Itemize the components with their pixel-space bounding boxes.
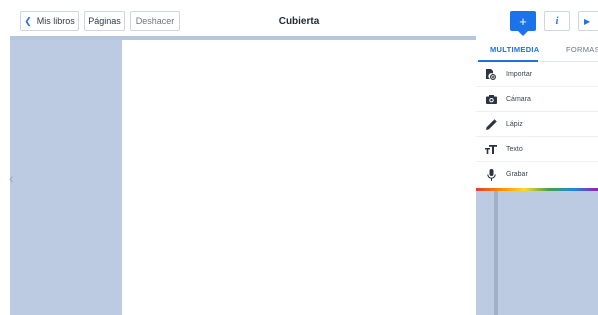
previous-page-arrow-icon[interactable]: ‹ bbox=[9, 170, 14, 186]
info-icon: i bbox=[555, 15, 559, 27]
panel-item-label: Grabar bbox=[506, 171, 528, 178]
back-to-library-button[interactable]: ❮ Mis libros bbox=[20, 11, 79, 31]
play-button[interactable]: ▶ bbox=[578, 11, 598, 31]
panel-item-label: Texto bbox=[506, 145, 523, 153]
pages-button-label: Páginas bbox=[88, 16, 121, 26]
import-file-icon bbox=[476, 68, 506, 80]
tab-multimedia[interactable]: MULTIMEDIA bbox=[490, 45, 540, 54]
panel-item-lapiz[interactable]: Lápiz bbox=[476, 112, 598, 137]
panel-item-texto[interactable]: Texto bbox=[476, 137, 598, 162]
add-media-button[interactable]: + bbox=[510, 11, 536, 36]
panel-shadow bbox=[494, 191, 498, 315]
panel-tabs: MULTIMEDIA FORMAS bbox=[476, 36, 598, 62]
tab-formas[interactable]: FORMAS bbox=[566, 45, 598, 54]
back-button-label: Mis libros bbox=[36, 16, 75, 26]
undo-button-label: Deshacer bbox=[135, 16, 175, 26]
top-toolbar: ❮ Mis libros Páginas Deshacer Cubierta +… bbox=[0, 0, 598, 36]
play-icon: ▶ bbox=[584, 16, 591, 26]
pages-button[interactable]: Páginas bbox=[84, 11, 125, 31]
pencil-icon bbox=[476, 118, 506, 130]
panel-item-camara[interactable]: Cámara bbox=[476, 87, 598, 112]
panel-item-label: Cámara bbox=[506, 95, 531, 103]
panel-item-label: Lápiz bbox=[506, 120, 523, 128]
chevron-left-icon: ❮ bbox=[24, 15, 32, 26]
microphone-icon bbox=[476, 168, 506, 181]
camera-icon bbox=[476, 94, 506, 104]
page-title: Cubierta bbox=[278, 16, 320, 27]
panel-item-grabar[interactable]: Grabar bbox=[476, 162, 598, 187]
panel-item-importar[interactable]: Importar bbox=[476, 62, 598, 87]
undo-button[interactable]: Deshacer bbox=[130, 11, 180, 31]
media-panel: MULTIMEDIA FORMAS Importar Cámara Lápiz … bbox=[476, 36, 598, 190]
text-icon bbox=[476, 144, 506, 154]
panel-item-label: Importar bbox=[506, 70, 533, 78]
page-canvas[interactable] bbox=[122, 40, 476, 315]
plus-icon: + bbox=[519, 13, 527, 29]
info-button[interactable]: i bbox=[544, 11, 570, 31]
